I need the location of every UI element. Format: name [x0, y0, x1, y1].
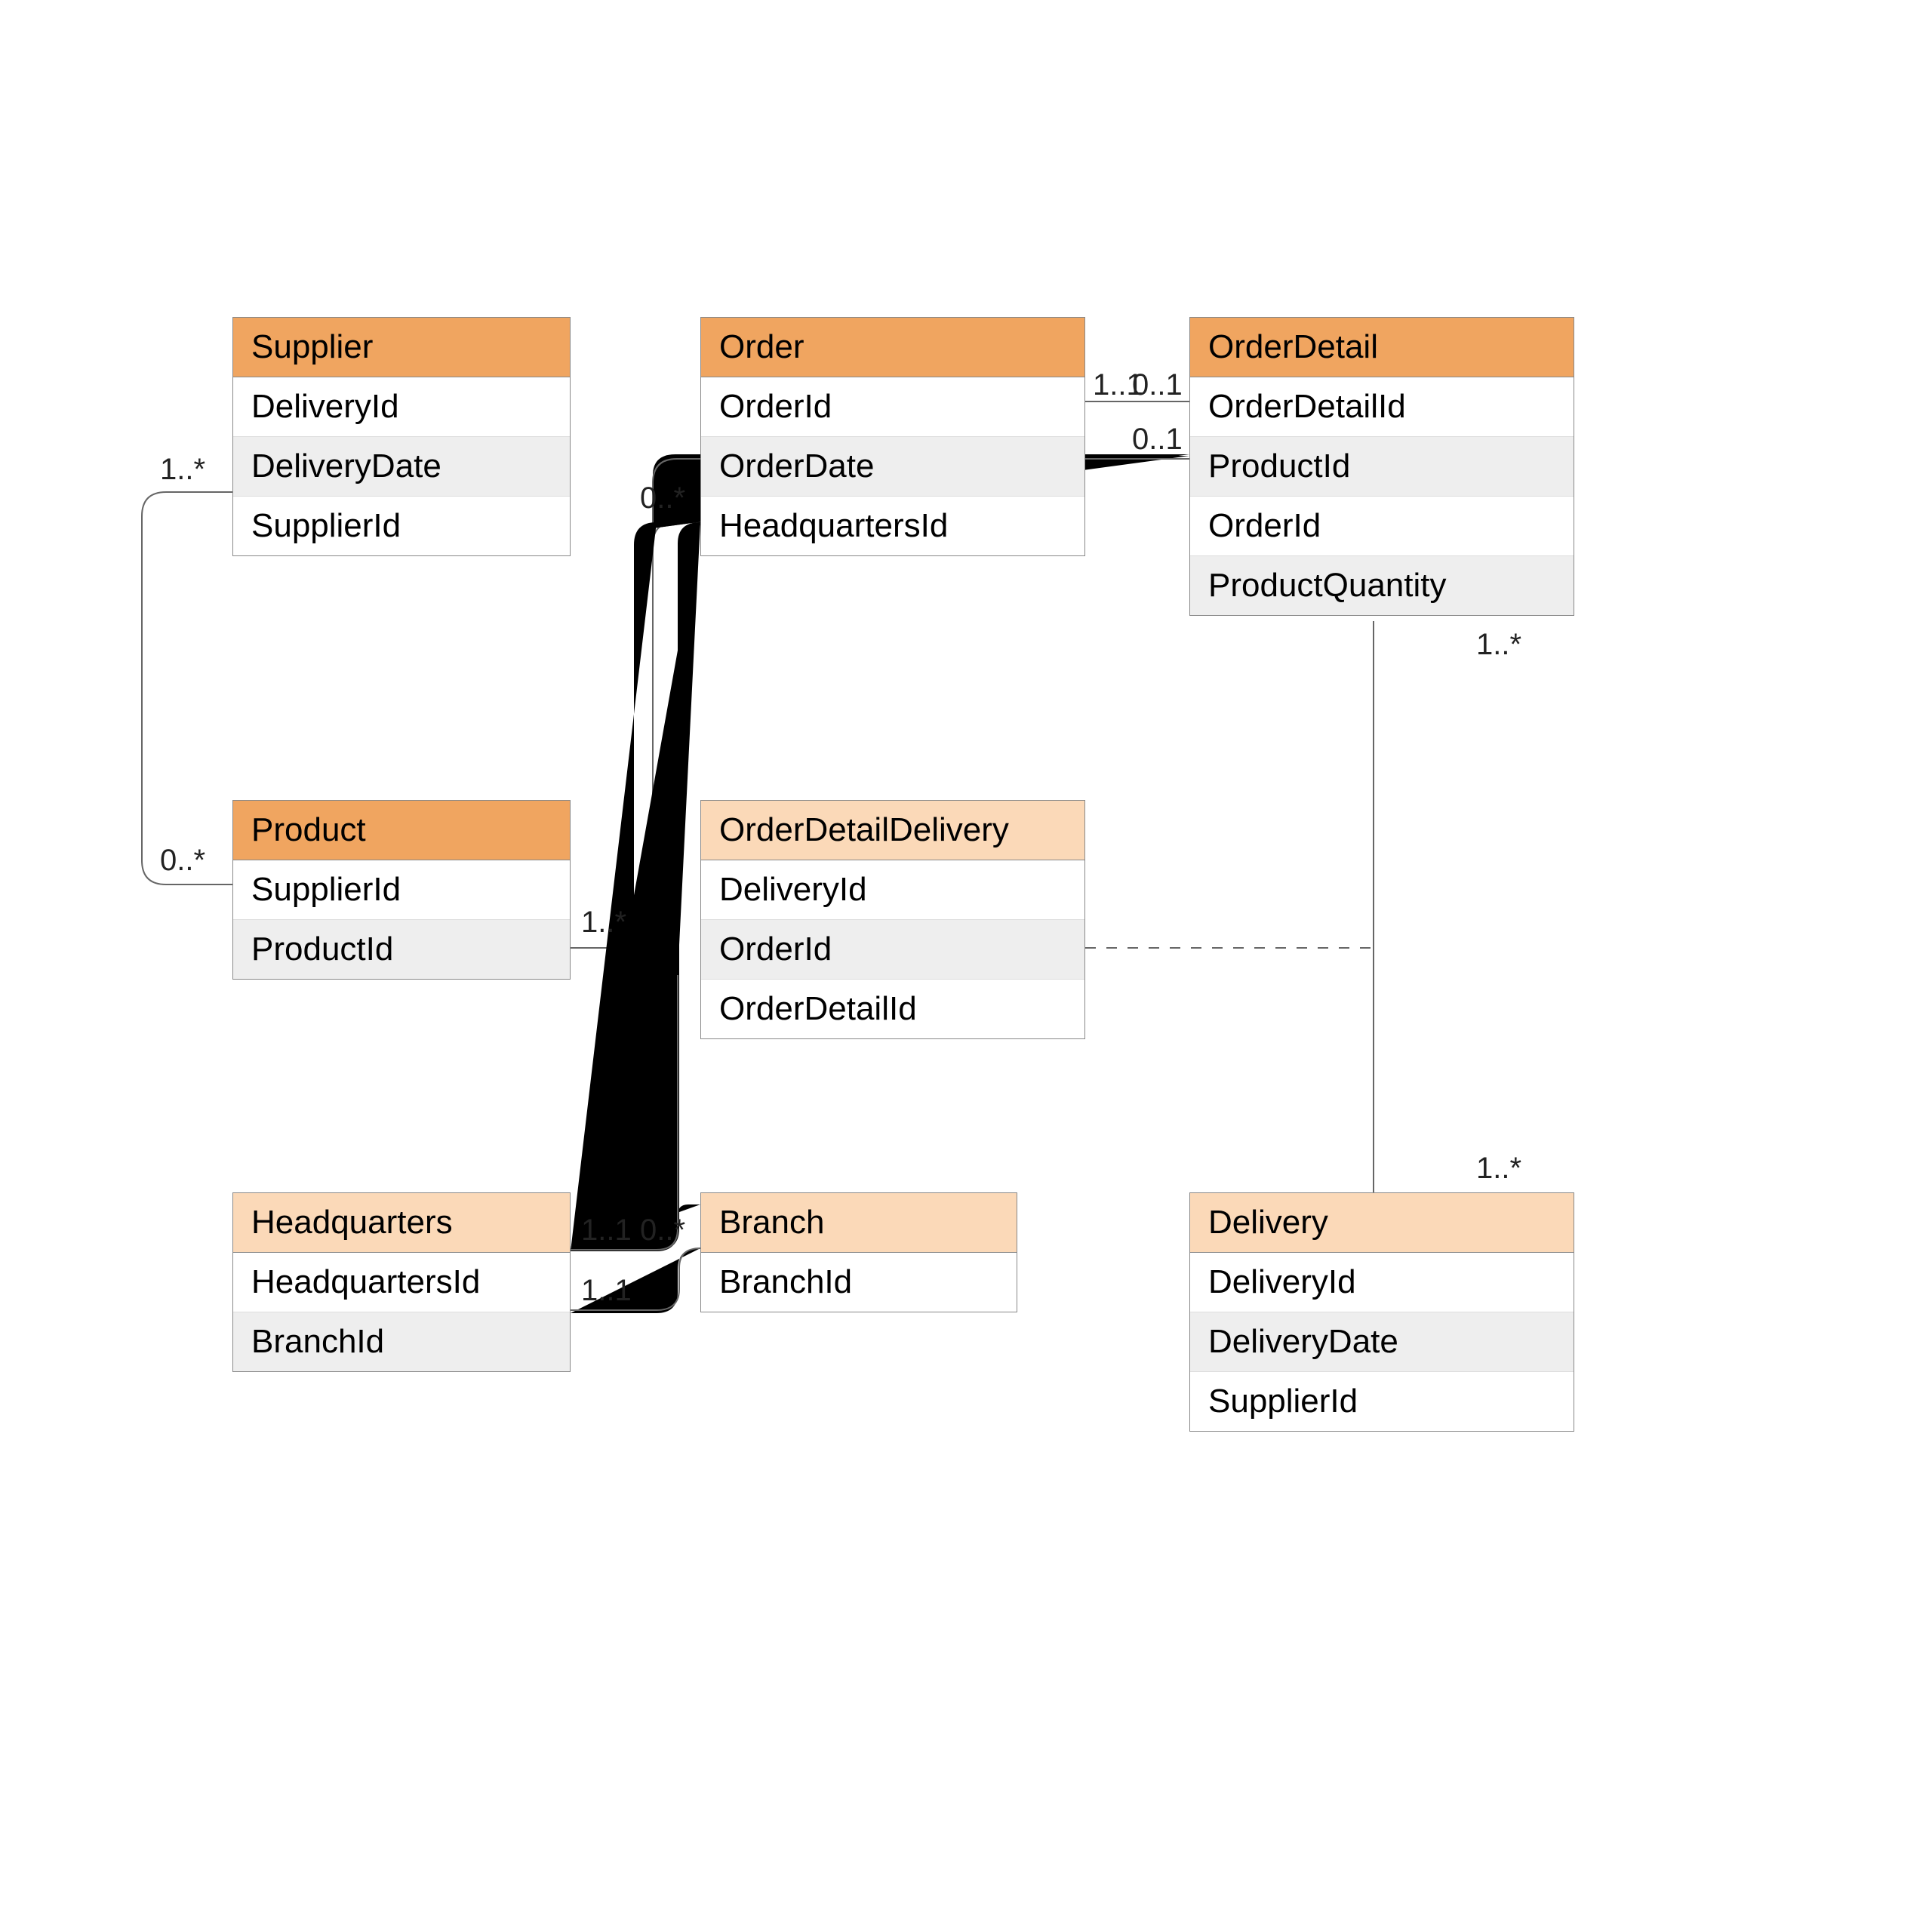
- entity-headquarters: Headquarters HeadquartersId BranchId: [232, 1192, 571, 1372]
- attr: ProductId: [1190, 437, 1574, 497]
- entity-title: Product: [233, 801, 570, 860]
- attr: OrderDetailId: [1190, 377, 1574, 437]
- attr: DeliveryId: [1190, 1253, 1574, 1312]
- mult-label: 1..*: [160, 453, 205, 487]
- attr: OrderDate: [701, 437, 1084, 497]
- attr: SupplierId: [1190, 1372, 1574, 1431]
- attr: BranchId: [233, 1312, 570, 1371]
- entity-title: Delivery: [1190, 1193, 1574, 1253]
- mult-label: 0..1: [1132, 423, 1183, 457]
- attr: DeliveryDate: [233, 437, 570, 497]
- entity-product: Product SupplierId ProductId: [232, 800, 571, 980]
- entity-orderdetaildelivery: OrderDetailDelivery DeliveryId OrderId O…: [700, 800, 1085, 1039]
- entity-supplier: Supplier DeliveryId DeliveryDate Supplie…: [232, 317, 571, 556]
- entity-title: Order: [701, 318, 1084, 377]
- mult-label: 0..*: [160, 844, 205, 878]
- mult-label: 0..*: [640, 481, 685, 515]
- attr: BranchId: [701, 1253, 1017, 1312]
- attr: OrderId: [701, 377, 1084, 437]
- entity-delivery: Delivery DeliveryId DeliveryDate Supplie…: [1189, 1192, 1574, 1432]
- mult-label: 1..*: [581, 906, 626, 940]
- attr: HeadquartersId: [701, 497, 1084, 555]
- entity-branch: Branch BranchId: [700, 1192, 1017, 1312]
- entity-title: OrderDetailDelivery: [701, 801, 1084, 860]
- mult-label: 0..1: [1132, 368, 1183, 402]
- entity-title: Supplier: [233, 318, 570, 377]
- attr: ProductQuantity: [1190, 556, 1574, 615]
- er-diagram: Supplier DeliveryId DeliveryDate Supplie…: [0, 0, 1932, 1932]
- attr: DeliveryId: [233, 377, 570, 437]
- entity-title: Headquarters: [233, 1193, 570, 1253]
- mult-label: 1..*: [1476, 1152, 1521, 1186]
- attr: OrderId: [1190, 497, 1574, 556]
- entity-order: Order OrderId OrderDate HeadquartersId: [700, 317, 1085, 556]
- attr: SupplierId: [233, 860, 570, 920]
- mult-label: 1..1: [581, 1274, 632, 1308]
- entity-title: Branch: [701, 1193, 1017, 1253]
- entity-orderdetail: OrderDetail OrderDetailId ProductId Orde…: [1189, 317, 1574, 616]
- attr: OrderDetailId: [701, 980, 1084, 1038]
- mult-label: 1..1: [581, 1214, 632, 1247]
- entity-title: OrderDetail: [1190, 318, 1574, 377]
- attr: DeliveryId: [701, 860, 1084, 920]
- mult-label: 1..*: [1476, 628, 1521, 662]
- attr: DeliveryDate: [1190, 1312, 1574, 1372]
- attr: ProductId: [233, 920, 570, 979]
- mult-label: 0..*: [640, 1214, 685, 1247]
- attr: OrderId: [701, 920, 1084, 980]
- attr: HeadquartersId: [233, 1253, 570, 1312]
- attr: SupplierId: [233, 497, 570, 555]
